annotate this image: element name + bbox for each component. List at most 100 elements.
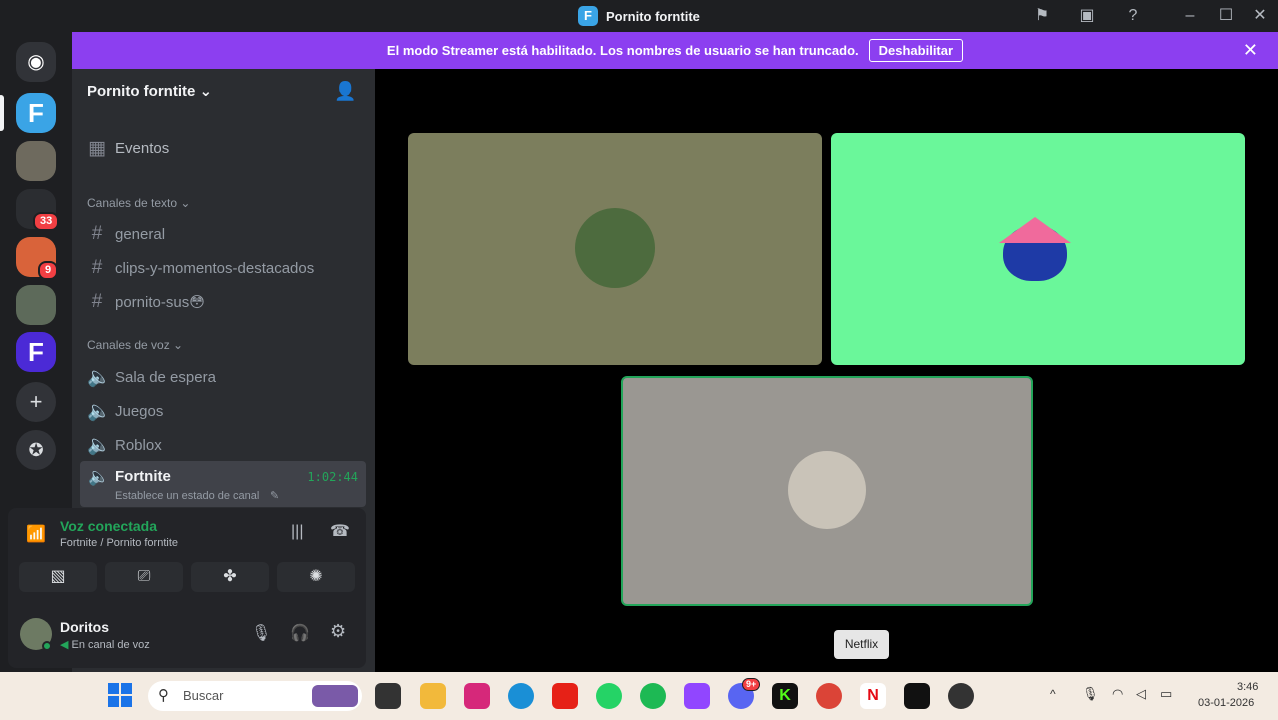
discover-icon[interactable]: ✪	[16, 430, 56, 470]
server-header[interactable]: Pornito forntite ⌄	[87, 82, 212, 100]
wifi-icon[interactable]: ◠	[1112, 686, 1123, 702]
chevron-up-icon[interactable]: ^	[1050, 687, 1056, 701]
channel-sidebar: Pornito forntite ⌄ 👤 ▦ Eventos Canales d…	[8, 69, 375, 672]
close-window-icon[interactable]: ✕	[1250, 6, 1270, 26]
microphone-icon[interactable]: 🎙	[251, 623, 271, 643]
app-icon[interactable]	[948, 683, 974, 709]
settings-gear-icon[interactable]: ⚙	[330, 621, 346, 642]
disconnect-icon[interactable]: ☎	[330, 521, 350, 541]
activities-icon: ✤	[223, 568, 237, 585]
maximize-icon[interactable]: ☐	[1216, 6, 1236, 26]
kick-icon[interactable]: K	[772, 683, 798, 709]
flag-icon[interactable]: ⚑	[1032, 6, 1052, 26]
mention-badge: 33	[33, 212, 60, 231]
channel-name: Roblox	[115, 436, 162, 454]
participant-tile[interactable]	[408, 133, 822, 365]
headphones-icon[interactable]: 🎧	[290, 623, 310, 643]
search-icon: ⚲	[158, 687, 169, 704]
user-status: ◀ En canal de voz	[60, 638, 150, 651]
server-fortnite-icon[interactable]: F	[16, 332, 56, 372]
netflix-tooltip: Netflix	[834, 630, 889, 659]
channel-name: pornito-sus😳	[115, 294, 205, 311]
server-pornito-icon[interactable]: F	[16, 93, 56, 133]
speaker-icon: 🔈	[87, 435, 111, 456]
netflix-icon[interactable]: N	[860, 683, 886, 709]
server-icon: F	[578, 6, 598, 26]
call-timer: 1:02:44	[307, 470, 358, 484]
twitch-icon[interactable]	[684, 683, 710, 709]
active-voice-channel[interactable]: 🔈 Fortnite 1:02:44 Establece un estado d…	[80, 461, 366, 507]
text-category[interactable]: Canales de texto ⌄	[87, 196, 190, 210]
start-icon[interactable]	[108, 683, 134, 709]
voice-status[interactable]: Voz conectada	[60, 518, 157, 534]
hash-icon: #	[91, 257, 103, 278]
soundboard-icon: ✺	[309, 568, 323, 585]
speaker-icon: 🔈	[87, 401, 111, 422]
screen-share-icon: ⎚	[137, 568, 151, 585]
close-banner-icon[interactable]: ✕	[1243, 40, 1258, 61]
hash-icon: #	[91, 223, 103, 244]
voice-channel[interactable]: 🔈 Roblox	[87, 433, 162, 457]
inbox-icon[interactable]: ▣	[1077, 6, 1097, 26]
events-item[interactable]: ▦ Eventos	[87, 137, 169, 160]
edge-icon[interactable]	[508, 683, 534, 709]
search-highlight-icon	[312, 685, 358, 707]
minimize-icon[interactable]: –	[1180, 6, 1200, 26]
disable-streamer-button[interactable]: Deshabilitar	[868, 39, 964, 62]
text-channel[interactable]: # general	[87, 223, 165, 245]
discord-home-icon[interactable]: ◉	[16, 42, 56, 82]
noise-suppression-icon[interactable]: |||	[291, 523, 303, 541]
mention-badge: 9	[38, 261, 59, 280]
channel-name: Fortnite	[115, 468, 171, 485]
clock-time[interactable]: 3:46	[1237, 681, 1258, 693]
soundboard-button[interactable]: ✺	[277, 562, 355, 592]
voice-category[interactable]: Canales de voz ⌄	[87, 338, 183, 352]
clock-date[interactable]: 03-01-2026	[1198, 697, 1254, 709]
server-photo-icon[interactable]	[16, 141, 56, 181]
taskbar-search[interactable]: ⚲ Buscar	[148, 681, 362, 711]
file-explorer-icon[interactable]	[420, 683, 446, 709]
instagram-icon[interactable]	[464, 683, 490, 709]
activities-button[interactable]: ✤	[191, 562, 269, 592]
voice-channel[interactable]: 🔈 Juegos	[87, 399, 163, 423]
chevron-down-icon: ⌄	[199, 83, 213, 100]
participant-tile-speaking[interactable]	[621, 376, 1033, 606]
add-server-icon[interactable]: +	[16, 382, 56, 422]
channel-status[interactable]: Establece un estado de canal	[115, 490, 259, 502]
banner-text: El modo Streamer está habilitado. Los no…	[386, 43, 859, 58]
pencil-icon[interactable]: ✎	[270, 489, 279, 502]
window-title: F Pornito forntite	[578, 6, 700, 26]
task-view-icon[interactable]	[375, 683, 401, 709]
participant-avatar	[788, 451, 866, 529]
streamer-mode-banner: El modo Streamer está habilitado. Los no…	[72, 32, 1278, 69]
volume-icon[interactable]: ◁	[1136, 686, 1146, 702]
participant-tile[interactable]	[831, 133, 1245, 365]
house-hat-icon	[999, 217, 1071, 243]
voice-channel[interactable]: 🔈 Sala de espera	[87, 365, 216, 389]
chrome-icon[interactable]	[816, 683, 842, 709]
tiktok-icon[interactable]	[904, 683, 930, 709]
title-bar: F Pornito forntite ⚑ ▣ ? – ☐ ✕	[0, 0, 1278, 32]
discord-badge: 9+	[742, 678, 761, 691]
text-channel[interactable]: # pornito-sus😳	[87, 291, 205, 313]
camera-off-icon: ▧	[50, 568, 66, 585]
user-status-text: En canal de voz	[71, 639, 150, 651]
search-placeholder: Buscar	[183, 688, 224, 703]
battery-icon[interactable]: ▭	[1160, 686, 1172, 702]
server-person-icon[interactable]	[16, 285, 56, 325]
invite-people-icon[interactable]: 👤	[334, 81, 356, 102]
screen-share-button[interactable]: ⎚	[105, 562, 183, 592]
voice-category-label: Canales de voz	[87, 338, 170, 352]
youtube-icon[interactable]	[552, 683, 578, 709]
username[interactable]: Doritos	[60, 619, 109, 635]
microphone-tray-icon[interactable]: 🎙	[1082, 686, 1099, 702]
calendar-icon: ▦	[88, 138, 106, 159]
whatsapp-icon[interactable]	[596, 683, 622, 709]
help-icon[interactable]: ?	[1123, 6, 1143, 26]
participant-avatar	[575, 208, 655, 288]
text-channel[interactable]: # clips-y-momentos-destacados	[87, 257, 315, 279]
spotify-icon[interactable]	[640, 683, 666, 709]
camera-off-button[interactable]: ▧	[19, 562, 97, 592]
channel-name: Juegos	[115, 402, 164, 420]
events-label: Eventos	[115, 140, 170, 157]
